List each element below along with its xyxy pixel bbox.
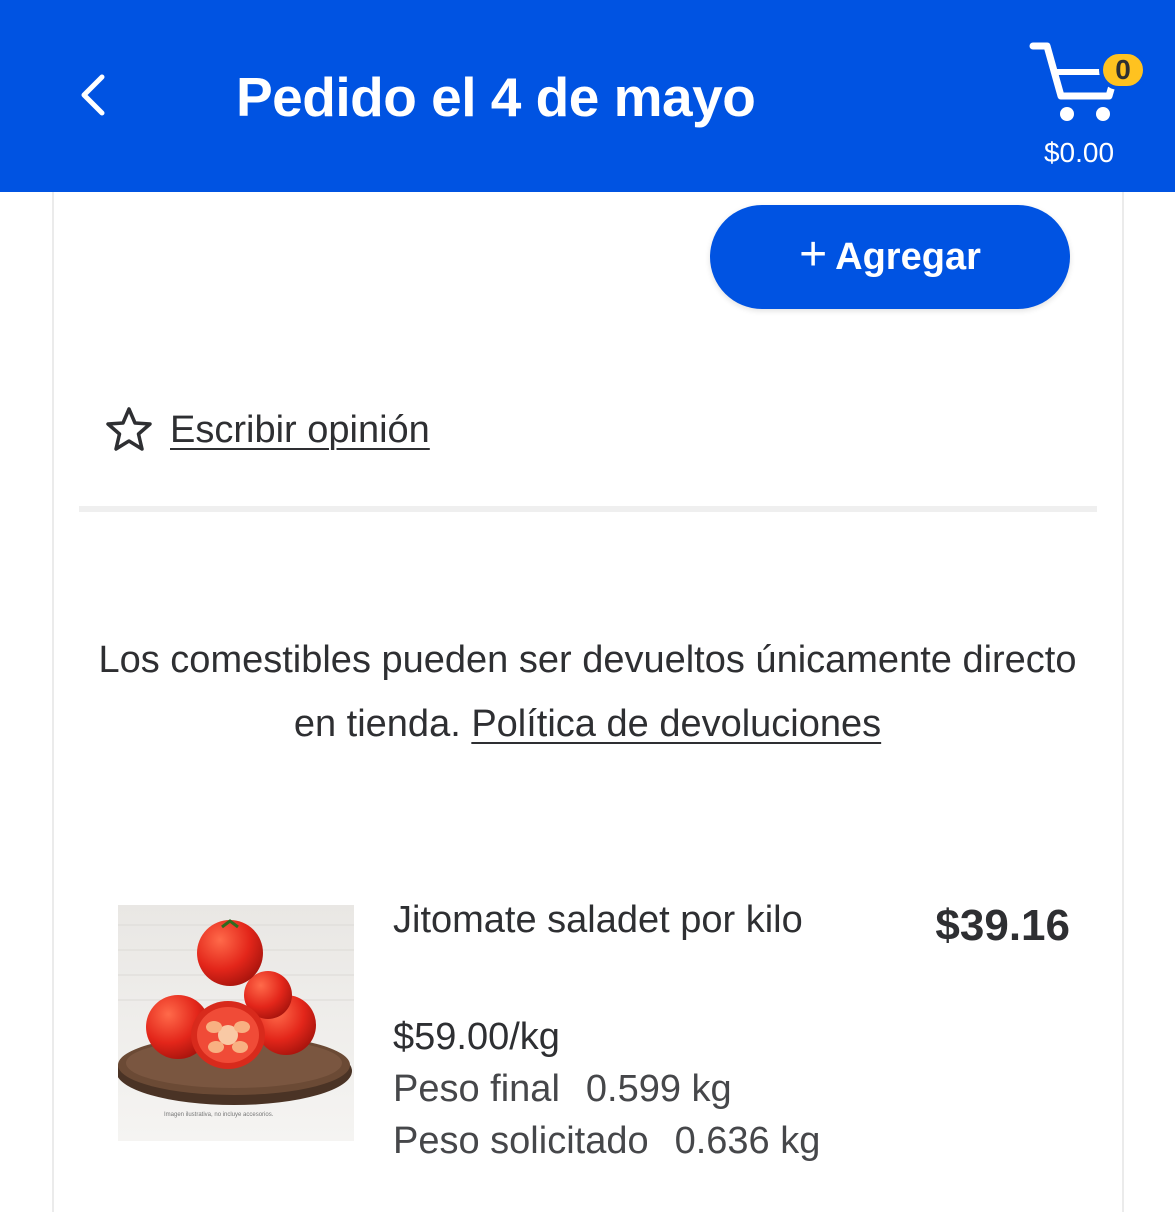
- add-to-cart-button[interactable]: + Agregar: [710, 205, 1070, 309]
- section-divider: [79, 506, 1097, 512]
- add-button-label: Agregar: [835, 235, 981, 278]
- returns-notice: Los comestibles pueden ser devueltos úni…: [80, 628, 1095, 756]
- final-weight-row: Peso final 0.599 kg: [393, 1064, 732, 1114]
- cart-button[interactable]: 0 $0.00: [1025, 34, 1155, 179]
- star-outline-icon: [106, 407, 152, 451]
- cart-count-badge: 0: [1099, 50, 1147, 90]
- product-image: Imagen ilustrativa, no incluye accesorio…: [116, 905, 354, 1141]
- requested-weight-value: 0.636 kg: [674, 1120, 821, 1162]
- write-review-link[interactable]: Escribir opinión: [104, 400, 430, 460]
- chevron-left-icon: [81, 74, 105, 116]
- product-name[interactable]: Jitomate saladet por kilo: [393, 895, 823, 945]
- requested-weight-label: Peso solicitado: [393, 1120, 649, 1162]
- returns-policy-link[interactable]: Política de devoluciones: [471, 703, 881, 745]
- cart-total: $0.00: [1043, 137, 1115, 168]
- plus-icon: +: [799, 228, 828, 281]
- write-review-label: Escribir opinión: [170, 408, 430, 451]
- unit-price: $59.00/kg: [393, 1016, 560, 1058]
- final-weight-value: 0.599 kg: [585, 1068, 732, 1110]
- final-weight-label: Peso final: [393, 1068, 560, 1110]
- back-button[interactable]: [62, 62, 124, 128]
- requested-weight-row: Peso solicitado 0.636 kg: [393, 1116, 820, 1166]
- page-title: Pedido el 4 de mayo: [236, 66, 756, 128]
- app-header: Pedido el 4 de mayo 0 $0.00: [0, 0, 1175, 192]
- product-price: $39.16: [935, 901, 1070, 950]
- product-image-caption: Imagen ilustrativa, no incluye accesorio…: [164, 1112, 274, 1118]
